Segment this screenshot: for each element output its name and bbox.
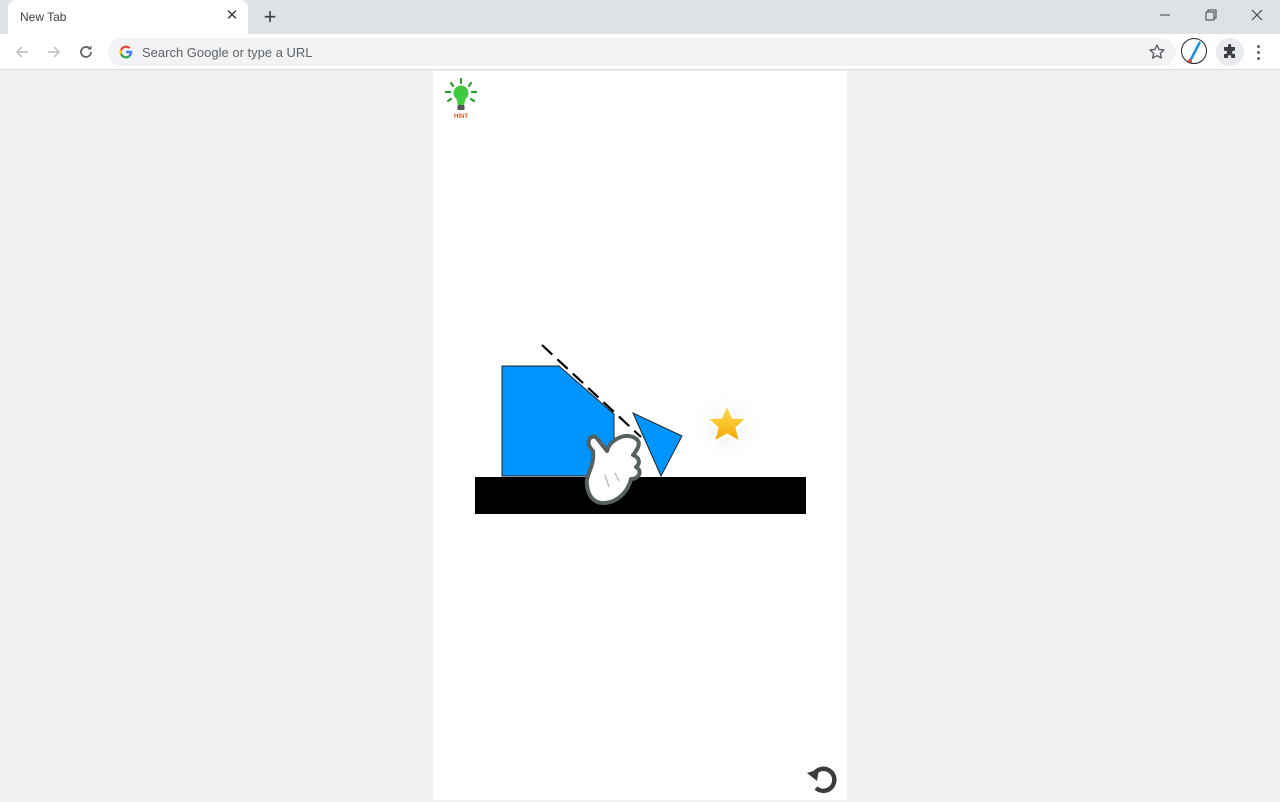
tab-title: New Tab [20, 10, 67, 24]
omnibox-placeholder: Search Google or type a URL [142, 45, 313, 60]
close-icon[interactable]: ✕ [224, 8, 240, 24]
hint-label: HINT [454, 114, 468, 120]
more-menu-icon[interactable] [1250, 40, 1266, 64]
forward-icon[interactable] [41, 39, 67, 65]
browser-toolbar: Search Google or type a URL [0, 34, 1280, 70]
ground-platform [475, 477, 806, 514]
minimize-icon[interactable] [1142, 0, 1188, 30]
game-canvas[interactable]: HINT [433, 71, 847, 800]
tab-new-tab[interactable]: New Tab ✕ [8, 0, 248, 34]
restore-icon[interactable] [1188, 0, 1234, 30]
profile-icon[interactable] [1181, 38, 1207, 64]
restart-icon [807, 766, 837, 794]
omnibox[interactable]: Search Google or type a URL [108, 38, 1176, 66]
back-icon[interactable] [9, 39, 35, 65]
plus-icon[interactable]: + [258, 6, 282, 28]
lightbulb-icon [444, 77, 478, 110]
close-window-icon[interactable] [1234, 0, 1280, 30]
bookmark-star-icon[interactable] [1148, 43, 1166, 61]
tab-strip: New Tab ✕ + [0, 0, 1280, 34]
restart-button[interactable] [805, 761, 841, 797]
google-icon [119, 45, 133, 59]
reload-icon[interactable] [73, 39, 99, 65]
extensions-puzzle-icon[interactable] [1216, 38, 1244, 66]
hint-button[interactable]: HINT [443, 77, 479, 120]
